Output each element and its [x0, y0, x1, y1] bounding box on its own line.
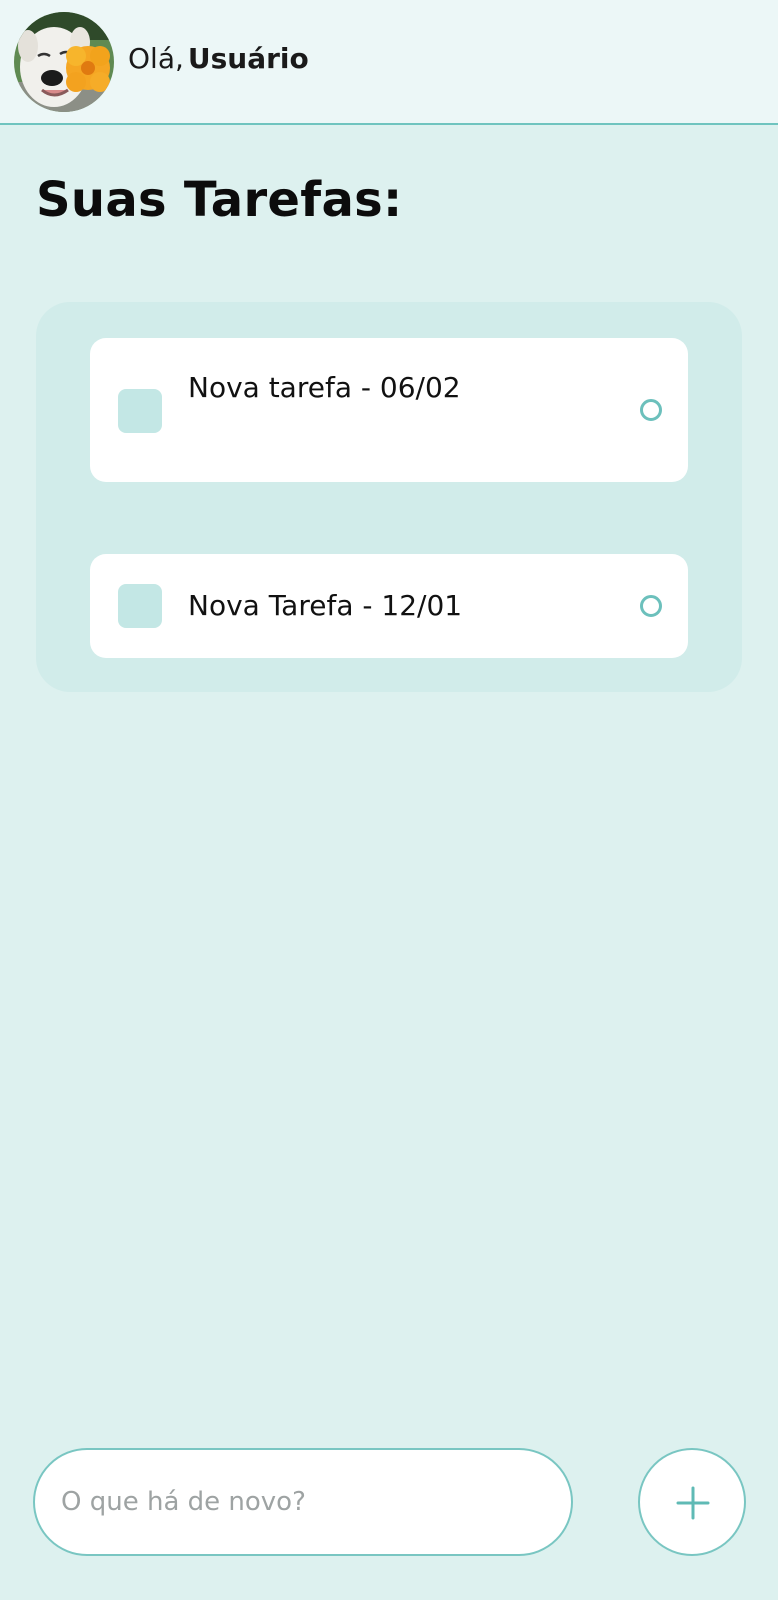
user-name: Usuário — [187, 42, 309, 75]
task-item[interactable]: Nova tarefa - 06/02 — [90, 338, 688, 482]
circle-icon[interactable] — [640, 595, 662, 617]
task-list: Nova tarefa - 06/02 Nova Tarefa - 12/01 — [36, 302, 742, 692]
task-label: Nova Tarefa - 12/01 — [188, 589, 463, 622]
new-task-input[interactable] — [33, 1448, 573, 1556]
add-task-button[interactable] — [638, 1448, 746, 1556]
avatar[interactable] — [14, 12, 114, 112]
circle-icon[interactable] — [640, 399, 662, 421]
greeting: Olá, Usuário — [128, 40, 309, 78]
app-header: Olá, Usuário — [0, 0, 778, 125]
greeting-prefix: Olá, — [128, 42, 184, 75]
plus-icon — [676, 1486, 710, 1520]
page-title: Suas Tarefas: — [36, 172, 403, 228]
task-checkbox[interactable] — [118, 389, 162, 433]
task-checkbox[interactable] — [118, 584, 162, 628]
task-item[interactable]: Nova Tarefa - 12/01 — [90, 554, 688, 658]
task-label: Nova tarefa - 06/02 — [188, 371, 461, 404]
